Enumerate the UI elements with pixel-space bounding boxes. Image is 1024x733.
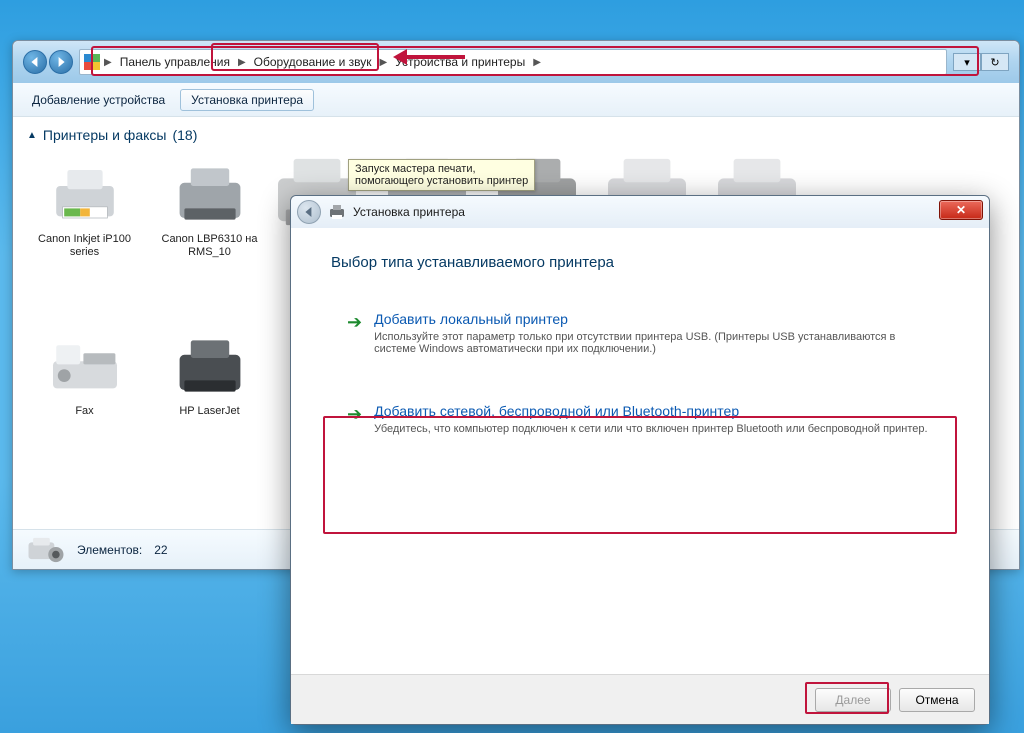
chevron-right-icon: ▶	[378, 57, 390, 68]
device-label: HP LaserJet	[179, 405, 239, 418]
tooltip: Запуск мастера печати, помогающего устан…	[348, 159, 535, 191]
add-printer-button[interactable]: Установка принтера	[180, 89, 314, 111]
chevron-right-icon: ▶	[102, 57, 114, 68]
section-count: (18)	[172, 127, 197, 143]
status-items-label: Элементов:	[77, 543, 142, 557]
devices-category-icon	[27, 536, 65, 564]
choice-description: Убедитесь, что компьютер подключен к сет…	[374, 423, 928, 435]
explorer-titlebar: ▶ Панель управления ▶ Оборудование и зву…	[13, 41, 1019, 83]
status-items-count: 22	[154, 543, 167, 557]
window-controls: ▾ ↻	[953, 53, 1009, 71]
choice-network-printer[interactable]: ➔ Добавить сетевой, беспроводной или Blu…	[331, 391, 949, 447]
device-item[interactable]: HP LaserJet	[152, 325, 267, 424]
choice-description: Используйте этот параметр только при отс…	[374, 331, 933, 355]
wizard-body: Выбор типа устанавливаемого принтера ➔ Д…	[291, 228, 989, 674]
printer-icon	[40, 159, 130, 229]
device-label: Fax	[75, 405, 93, 418]
chevron-right-icon: ▶	[236, 57, 248, 68]
printer-icon	[165, 331, 255, 401]
wizard-titlebar: Установка принтера ✕	[291, 196, 989, 228]
arrow-right-icon: ➔	[347, 313, 362, 355]
device-item[interactable]: Canon LBP6310 на RMS_10	[152, 153, 267, 265]
refresh-button[interactable]: ↻	[981, 53, 1009, 71]
device-label: Canon LBP6310 на RMS_10	[158, 233, 261, 259]
control-panel-icon	[84, 54, 100, 70]
arrow-right-icon: ➔	[347, 405, 362, 435]
device-label: Canon Inkjet iP100 series	[33, 233, 136, 259]
fax-icon	[40, 331, 130, 401]
explorer-toolbar: Добавление устройства Установка принтера	[13, 83, 1019, 117]
wizard-close-button[interactable]: ✕	[939, 200, 983, 220]
annotation-arrow	[405, 55, 465, 59]
search-toggle[interactable]: ▾	[953, 53, 981, 71]
add-device-button[interactable]: Добавление устройства	[21, 89, 176, 111]
printer-icon	[165, 159, 255, 229]
wizard-title: Установка принтера	[353, 205, 465, 219]
breadcrumb[interactable]: ▶ Панель управления ▶ Оборудование и зву…	[79, 49, 947, 75]
nav-buttons	[23, 50, 73, 74]
expand-icon: ▲	[27, 130, 37, 141]
add-printer-wizard: Установка принтера ✕ Выбор типа устанавл…	[290, 195, 990, 725]
choice-title: Добавить сетевой, беспроводной или Bluet…	[374, 403, 928, 419]
cancel-button[interactable]: Отмена	[899, 688, 975, 712]
section-printers-faxes[interactable]: ▲ Принтеры и факсы (18)	[27, 127, 1005, 143]
choice-local-printer[interactable]: ➔ Добавить локальный принтер Используйте…	[331, 299, 949, 367]
wizard-button-bar: Далее Отмена	[291, 674, 989, 724]
crumb-hardware-sound[interactable]: Оборудование и звук	[250, 54, 376, 70]
device-item[interactable]: Canon Inkjet iP100 series	[27, 153, 142, 265]
section-title: Принтеры и факсы	[43, 127, 167, 143]
nav-forward-button[interactable]	[49, 50, 73, 74]
printer-icon	[329, 204, 345, 220]
choice-title: Добавить локальный принтер	[374, 311, 933, 327]
device-item[interactable]: Fax	[27, 325, 142, 424]
wizard-back-button[interactable]	[297, 200, 321, 224]
nav-back-button[interactable]	[23, 50, 47, 74]
crumb-control-panel[interactable]: Панель управления	[116, 54, 234, 70]
next-button[interactable]: Далее	[815, 688, 891, 712]
wizard-heading: Выбор типа устанавливаемого принтера	[331, 254, 949, 271]
chevron-right-icon: ▶	[531, 57, 543, 68]
